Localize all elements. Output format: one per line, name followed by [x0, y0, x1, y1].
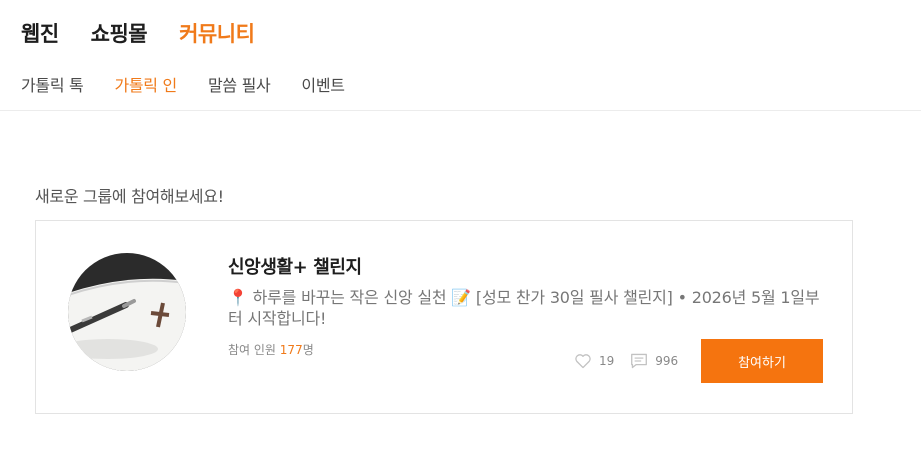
comment-icon [631, 353, 648, 369]
sub-nav-event[interactable]: 이벤트 [301, 72, 345, 96]
member-count-suffix: 명 [302, 343, 314, 357]
join-button[interactable]: 참여하기 [701, 339, 823, 383]
like-count: 19 [599, 354, 615, 368]
sub-nav-scripture-copy[interactable]: 말씀 필사 [208, 72, 271, 96]
group-description: 📍 하루를 바꾸는 작은 신앙 실천 📝 [성모 찬가 30일 필사 챌린지] … [228, 287, 828, 329]
top-nav-webzine[interactable]: 웹진 [21, 18, 59, 48]
top-nav-shop[interactable]: 쇼핑몰 [91, 18, 148, 48]
sub-nav-catholic-talk[interactable]: 가톨릭 톡 [21, 72, 84, 96]
group-thumbnail[interactable] [68, 253, 186, 371]
top-nav-community[interactable]: 커뮤니티 [179, 18, 255, 48]
group-card[interactable]: 신앙생활+ 챌린지 📍 하루를 바꾸는 작은 신앙 실천 📝 [성모 찬가 30… [35, 220, 853, 414]
member-count-label: 참여 인원 [228, 343, 280, 357]
memo-icon: 📝 [451, 288, 472, 307]
top-nav: 웹진 쇼핑몰 커뮤니티 [21, 18, 286, 48]
pen-and-cross-image [68, 253, 186, 371]
heart-icon [575, 354, 591, 369]
member-count: 참여 인원 177명 [228, 341, 314, 358]
pin-icon: 📍 [228, 288, 248, 307]
sub-nav: 가톨릭 톡 가톨릭 인 말씀 필사 이벤트 [21, 72, 376, 96]
member-count-value: 177 [279, 343, 303, 357]
comment-count: 996 [655, 354, 679, 368]
group-stats: 19 996 [574, 353, 694, 369]
sub-nav-catholic-in[interactable]: 가톨릭 인 [114, 72, 177, 96]
section-title: 새로운 그룹에 참여해보세요! [35, 187, 224, 206]
comment-stat[interactable]: 996 [630, 353, 678, 369]
like-stat[interactable]: 19 [574, 353, 614, 369]
header-divider [0, 110, 921, 111]
group-title[interactable]: 신앙생활+ 챌린지 [228, 253, 362, 279]
group-description-part1: 하루를 바꾸는 작은 신앙 실천 [247, 288, 452, 307]
